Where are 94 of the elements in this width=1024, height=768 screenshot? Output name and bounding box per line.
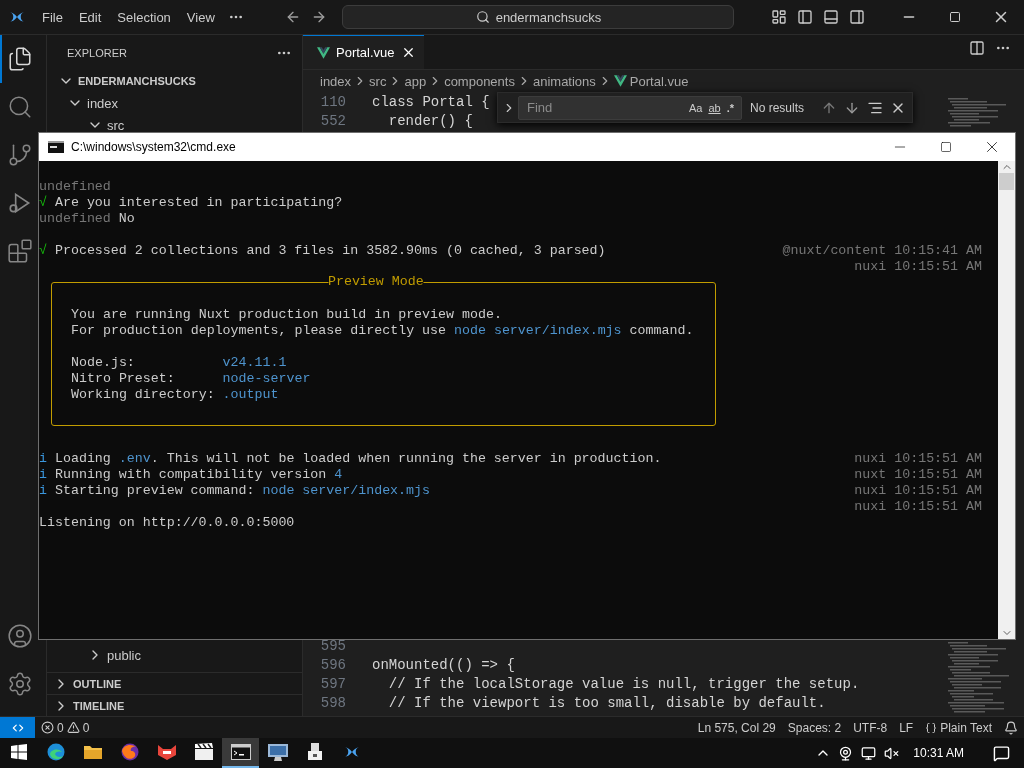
tree-item-label: src (107, 117, 125, 133)
folder-icon (82, 743, 103, 761)
scroll-thumb[interactable] (999, 173, 1014, 190)
log-source: nuxt 10:15:51 AM (854, 466, 982, 482)
tree-item[interactable]: src (47, 114, 302, 136)
breadcrumb[interactable]: src (369, 73, 387, 89)
editor-tab[interactable]: Portal.vue (303, 35, 424, 69)
folder-root[interactable]: ENDERMANCHSUCKS (47, 70, 302, 92)
minimap-drawing (948, 642, 1010, 714)
section-header[interactable]: OUTLINE (47, 672, 302, 694)
clock[interactable]: 10:31 AM (903, 746, 978, 760)
status-item[interactable]: LF (893, 720, 920, 735)
console-line: undefined No (39, 210, 135, 226)
breadcrumb[interactable]: Portal.vue (613, 73, 689, 89)
language-button[interactable]: Plain Text (919, 720, 998, 735)
status-item[interactable]: Ln 575, Col 29 (691, 720, 782, 735)
field-label: Nitro Preset: (71, 370, 176, 386)
menu-item[interactable]: File (34, 9, 71, 25)
taskbar-button[interactable] (222, 738, 259, 768)
settings-icon (6, 671, 33, 697)
box-text: For production deployments, please directly use node server/index.mjs command. (71, 322, 694, 338)
tree-item[interactable]: public (47, 644, 302, 666)
field-value: v24.11.1 (222, 354, 287, 370)
branch-icon (6, 142, 33, 168)
menu-item[interactable]: View (178, 9, 223, 25)
code-line: onMounted(() => { (372, 656, 515, 673)
window-title: C:\windows\system32\cmd.exe (71, 140, 236, 154)
section-title: TIMELINE (73, 699, 125, 712)
files-icon (6, 46, 33, 72)
box-text: You are running Nuxt production build in preview mode. (71, 306, 502, 322)
line-number: 552 (319, 112, 346, 129)
monitor-icon (266, 742, 289, 762)
v-shape-icon (613, 75, 627, 87)
console-line: Listening on http://0.0.0.0:5000 (39, 514, 295, 530)
error-icon (41, 721, 54, 734)
breadcrumb[interactable]: index (320, 73, 352, 89)
breadcrumb[interactable]: animations (532, 73, 596, 89)
console-line: √ Processed 2 collections and 3 files in 3582.90ms (0 cached, 3 parsed) (39, 242, 606, 258)
field-value: .output (222, 386, 279, 402)
device-icon (305, 742, 324, 762)
console-line: undefined (39, 178, 111, 194)
code-line: class Portal { (372, 93, 490, 110)
mask-icon (155, 743, 178, 761)
line-number: 598 (319, 694, 346, 711)
tree-item-label: index (87, 95, 119, 111)
browser-icon (45, 742, 66, 762)
console-line: i Running with compatibility version 4 (39, 466, 343, 482)
tree-item-label: public (107, 647, 141, 663)
line-number: 597 (319, 675, 346, 692)
problems-button[interactable]: 0 0 (35, 720, 96, 735)
field-value: node-server (222, 370, 311, 386)
console-line: i Starting preview command: node server/index.mjs (39, 482, 430, 498)
clapperboard-icon (193, 743, 214, 761)
search-icon (475, 10, 490, 24)
code-line: // If the localStorage value is null, trigger the setup. (387, 675, 860, 692)
find-option[interactable]: .* (723, 101, 737, 114)
code-line: // If the viewport is too small, disable by default. (387, 694, 826, 711)
log-source: nuxi 10:15:51 AM (854, 258, 982, 274)
find-option[interactable]: ab (705, 101, 724, 114)
braces-icon (925, 721, 938, 734)
console-line: i Loading .env. This will not be loaded when running the server in production. (39, 450, 662, 466)
command-center[interactable]: endermanchsucks (342, 5, 735, 29)
console-line: √ Are you interested in participating? (39, 194, 343, 210)
find-result: No results (750, 100, 805, 115)
terminal-icon (48, 141, 64, 153)
line-number: 110 (319, 93, 346, 110)
breadcrumb[interactable]: app (404, 73, 427, 89)
menu-item[interactable]: Selection (109, 9, 179, 25)
status-item[interactable]: UTF-8 (847, 720, 894, 735)
tree-item[interactable]: index (47, 92, 302, 114)
field-label: Working directory: (71, 386, 216, 402)
find-option[interactable]: Aa (685, 101, 706, 114)
warning-icon (66, 721, 80, 734)
field-label: Node.js: (71, 354, 136, 370)
find-field[interactable]: Find Aa ab .* (518, 95, 742, 120)
log-source: nuxi 10:15:51 AM (854, 482, 982, 498)
log-source: nuxi 10:15:51 AM (854, 450, 982, 466)
line-number: 596 (319, 656, 346, 673)
tree-item-label: ENDERMANCHSUCKS (78, 75, 196, 87)
sidebar-title: EXPLORER (67, 46, 127, 59)
account-icon (6, 623, 33, 649)
v-shape-icon (317, 46, 330, 59)
breadcrumb[interactable]: components (444, 73, 515, 89)
status-item[interactable]: Spaces: 2 (781, 720, 848, 735)
code-line: render() { (387, 112, 473, 129)
terminal-icon (230, 744, 251, 760)
line-number: 595 (319, 637, 346, 654)
scrollbar[interactable] (998, 161, 1015, 639)
section-title: OUTLINE (73, 677, 122, 690)
log-source: nuxi 10:15:51 AM (854, 498, 982, 514)
log-source: @nuxt/content 10:15:41 AM (782, 242, 982, 258)
blocks-icon (6, 238, 33, 264)
windows-logo-icon (10, 744, 27, 760)
menu-item[interactable]: Edit (70, 9, 110, 25)
